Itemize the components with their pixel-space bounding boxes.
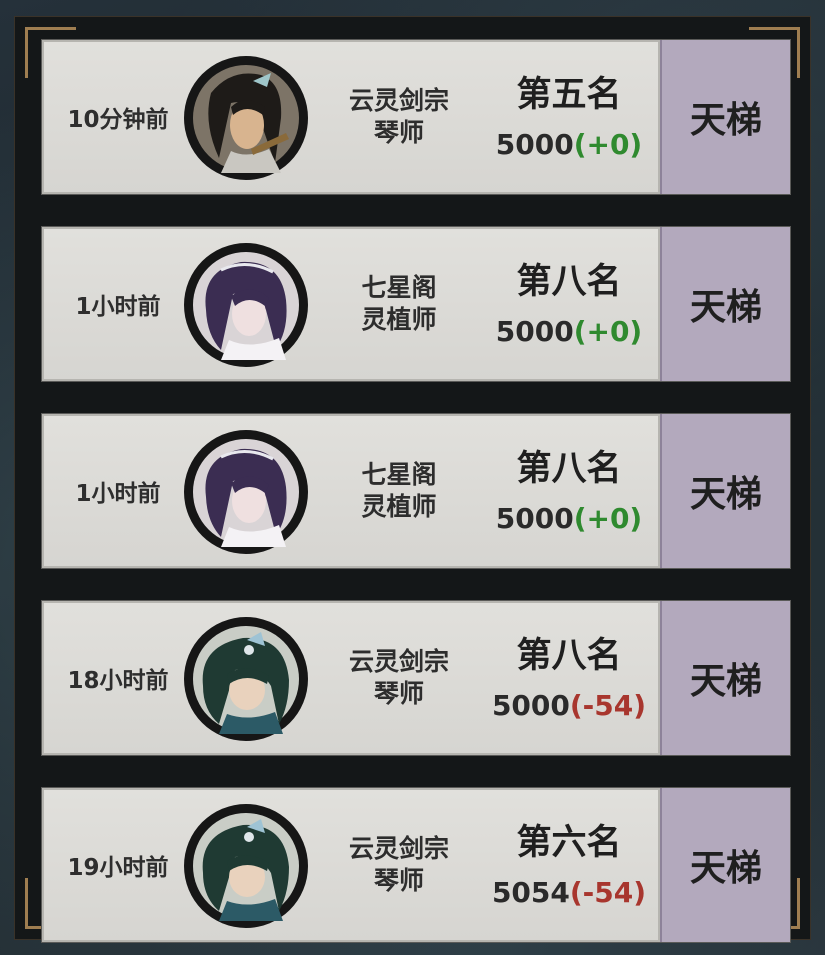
match-time: 1小时前 — [75, 481, 161, 507]
sect-name: 云灵剑宗 — [348, 834, 449, 863]
dark-haired-swordsman-icon — [184, 56, 308, 180]
match-record[interactable]: 19小时前 云灵剑宗 琴师 第六名 5054(-54) 天梯 — [42, 788, 790, 942]
match-record[interactable]: 1小时前 七星阁 灵植师 第八名 5000(+0) 天梯 — [42, 227, 790, 381]
score-delta: (+0) — [573, 502, 643, 535]
match-record[interactable]: 18小时前 云灵剑宗 琴师 第八名 5000(-54) 天梯 — [42, 601, 790, 755]
match-record[interactable]: 10分钟前 云灵剑宗 琴师 第五名 5000(+0) 天梯 — [42, 40, 790, 194]
match-card[interactable]: 18小时前 云灵剑宗 琴师 第八名 5000(-54) — [42, 601, 660, 755]
match-time: 18小时前 — [67, 668, 169, 694]
mode-tag[interactable]: 天梯 — [660, 227, 790, 381]
match-card[interactable]: 19小时前 云灵剑宗 琴师 第六名 5054(-54) — [42, 788, 660, 942]
role-name: 灵植师 — [361, 305, 437, 334]
match-time: 19小时前 — [67, 855, 169, 881]
match-record[interactable]: 1小时前 七星阁 灵植师 第八名 5000(+0) 天梯 — [42, 414, 790, 568]
green-haired-girl-icon — [184, 804, 308, 928]
score-value: 5000 — [495, 128, 574, 161]
sect-name: 七星阁 — [361, 460, 437, 489]
purple-haired-woman-icon — [184, 243, 308, 367]
match-card[interactable]: 10分钟前 云灵剑宗 琴师 第五名 5000(+0) — [42, 40, 660, 194]
sect-and-role: 七星阁 灵植师 — [328, 416, 470, 566]
mode-tag[interactable]: 天梯 — [660, 601, 790, 755]
role-name: 琴师 — [373, 118, 424, 147]
sect-and-role: 云灵剑宗 琴师 — [328, 42, 470, 192]
match-record-list: 10分钟前 云灵剑宗 琴师 第五名 5000(+0) 天梯 1小时前 七星阁 灵… — [42, 40, 790, 942]
rank-label: 第五名 — [516, 75, 622, 115]
score-delta: (+0) — [573, 315, 643, 348]
score-line: 5000(-54) — [474, 689, 664, 722]
match-time: 1小时前 — [75, 294, 161, 320]
sect-name: 七星阁 — [361, 273, 437, 302]
match-time: 10分钟前 — [67, 107, 169, 133]
rank-label: 第六名 — [516, 823, 622, 863]
score-value: 5000 — [491, 689, 570, 722]
green-haired-girl-icon — [184, 617, 308, 741]
score-line: 5000(+0) — [474, 128, 664, 161]
score-line: 5000(+0) — [474, 315, 664, 348]
sect-and-role: 云灵剑宗 琴师 — [328, 790, 470, 940]
rank-label: 第八名 — [516, 262, 622, 302]
score-value: 5000 — [495, 315, 574, 348]
score-delta: (-54) — [569, 876, 647, 909]
role-name: 琴师 — [373, 679, 424, 708]
score-delta: (-54) — [569, 689, 647, 722]
score-delta: (+0) — [573, 128, 643, 161]
role-name: 琴师 — [373, 866, 424, 895]
sect-and-role: 七星阁 灵植师 — [328, 229, 470, 379]
score-value: 5000 — [495, 502, 574, 535]
rank-label: 第八名 — [516, 449, 622, 489]
mode-tag[interactable]: 天梯 — [660, 40, 790, 194]
sect-and-role: 云灵剑宗 琴师 — [328, 603, 470, 753]
score-line: 5000(+0) — [474, 502, 664, 535]
sect-name: 云灵剑宗 — [348, 86, 449, 115]
mode-tag[interactable]: 天梯 — [660, 788, 790, 942]
match-card[interactable]: 1小时前 七星阁 灵植师 第八名 5000(+0) — [42, 227, 660, 381]
background: 10分钟前 云灵剑宗 琴师 第五名 5000(+0) 天梯 1小时前 七星阁 灵… — [0, 0, 825, 955]
match-card[interactable]: 1小时前 七星阁 灵植师 第八名 5000(+0) — [42, 414, 660, 568]
score-line: 5054(-54) — [474, 876, 664, 909]
score-value: 5054 — [491, 876, 570, 909]
purple-haired-woman-icon — [184, 430, 308, 554]
mode-tag[interactable]: 天梯 — [660, 414, 790, 568]
rank-label: 第八名 — [516, 636, 622, 676]
sect-name: 云灵剑宗 — [348, 647, 449, 676]
role-name: 灵植师 — [361, 492, 437, 521]
